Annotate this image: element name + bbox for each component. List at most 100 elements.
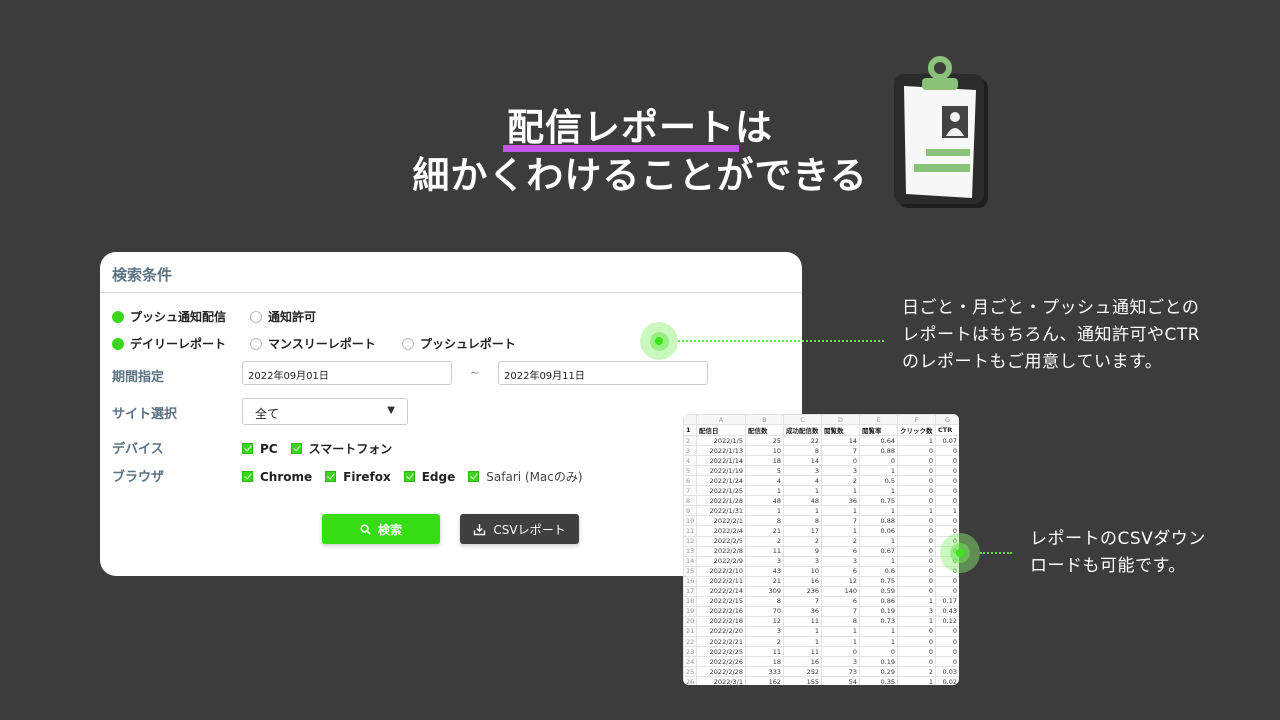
table-cell: 2022/2/9	[696, 555, 746, 567]
table-cell: 0	[935, 485, 959, 497]
table-cell: 8	[821, 615, 860, 627]
table-cell: 6	[821, 595, 860, 607]
radio-unselected-icon	[250, 337, 262, 350]
table-row: 9 2022/1/31 1 1 1 1 1 1	[683, 505, 959, 517]
table-cell: 2022/2/11	[696, 575, 746, 587]
row-number: 5	[683, 465, 697, 477]
row-number: 4	[683, 455, 697, 467]
table-row: 21 2022/2/20 3 1 1 1 0 0	[683, 625, 959, 637]
table-row: 20 2022/2/18 12 11 8 0.73 1 0.12	[683, 615, 959, 627]
period-end-input[interactable]: 2022年09月11日	[498, 361, 708, 385]
table-row: 15 2022/2/10 43 10 6 0.6 0 0	[683, 565, 959, 577]
checkbox-checked-icon	[403, 471, 415, 482]
table-cell: 3	[821, 656, 860, 668]
table-cell: 2	[897, 666, 936, 678]
table-cell: 0	[897, 585, 936, 597]
table-cell: 6	[821, 565, 860, 577]
row-number: 12	[683, 535, 697, 547]
table-cell: 2022/2/16	[696, 605, 746, 617]
period-separator: ~	[470, 366, 480, 379]
radio-push-report[interactable]: プッシュレポート	[402, 335, 516, 352]
checkbox-smartphone[interactable]: スマートフォン	[290, 440, 392, 457]
table-cell: 2022/2/20	[696, 625, 746, 637]
checkbox-edge[interactable]: Edge	[403, 470, 455, 484]
site-label: サイト選択	[112, 407, 178, 422]
table-cell: 2022/2/14	[696, 585, 746, 597]
row-number: 1	[683, 424, 697, 437]
table-cell: 48	[745, 495, 784, 507]
csv-report-button[interactable]: CSVレポート	[460, 514, 579, 544]
checkbox-firefox[interactable]: Firefox	[325, 470, 391, 484]
table-cell: 6	[821, 545, 860, 557]
radio-label: 通知許可	[268, 310, 317, 324]
table-cell: 11	[783, 615, 822, 627]
column-letter: D	[821, 414, 860, 426]
table-cell: 0	[935, 465, 959, 477]
table-cell: 7	[783, 595, 822, 607]
row-number: 3	[683, 445, 697, 457]
table-cell: 0	[897, 555, 936, 567]
search-icon	[360, 523, 371, 535]
row-number: 11	[683, 525, 697, 537]
table-row: 18 2022/2/15 8 7 6 0.86 1 0.17	[683, 595, 959, 607]
table-cell: 8	[745, 595, 784, 607]
table-cell: 0	[935, 455, 959, 467]
checkbox-label: Safari (Macのみ)	[486, 470, 583, 484]
table-cell: 0	[897, 515, 936, 527]
table-cell: 1	[897, 615, 936, 627]
table-cell: 2022/1/13	[696, 445, 746, 457]
table-cell: 0	[935, 585, 959, 597]
table-cell: 1	[783, 625, 822, 637]
callout-line-csv	[980, 552, 1012, 554]
device-checkbox-group: PC スマートフォン	[242, 440, 405, 457]
table-cell: 14	[783, 455, 822, 467]
row-number: 17	[683, 585, 697, 597]
table-row: 17 2022/2/14 309 236 140 0.59 0 0	[683, 585, 959, 597]
table-cell: 43	[745, 565, 784, 577]
table-cell: 2022/2/1	[696, 515, 746, 527]
header-cell: 閲覧率	[859, 424, 898, 437]
table-cell: 0	[897, 535, 936, 547]
checkbox-pc[interactable]: PC	[242, 442, 278, 456]
table-cell: 0.12	[935, 615, 959, 627]
checkbox-checked-icon	[242, 471, 253, 482]
table-row: 3 2022/1/13 10 8 7 0.88 0 0	[683, 445, 959, 457]
table-cell: 0	[897, 455, 936, 467]
csv-button-label: CSVレポート	[493, 522, 566, 537]
table-cell: 1	[859, 625, 898, 637]
table-cell: 11	[745, 545, 784, 557]
period-start-input[interactable]: 2022年09月01日	[242, 361, 452, 385]
radio-selected-icon	[112, 337, 124, 350]
table-cell: 1	[859, 485, 898, 497]
table-cell: 2022/2/18	[696, 615, 746, 627]
table-cell: 18	[745, 656, 784, 668]
table-cell: 54	[821, 676, 860, 685]
table-cell: 0.35	[859, 676, 898, 685]
checkbox-chrome[interactable]: Chrome	[242, 470, 312, 484]
spreadsheet-table: A B C D E F G 1 配信日 配信数 成功配信数 閲覧数 閲覧率 クリック数 CTR 2 2022/1…	[683, 414, 959, 685]
radio-push-delivery[interactable]: プッシュ通知配信	[112, 308, 250, 325]
table-cell: 0	[821, 455, 860, 467]
column-letter: E	[859, 414, 898, 426]
table-cell: 2022/2/4	[696, 525, 746, 537]
row-number: 14	[683, 555, 697, 567]
header-cell: 成功配信数	[783, 424, 822, 437]
radio-monthly-report[interactable]: マンスリーレポート	[250, 335, 402, 352]
table-cell: 9	[783, 545, 822, 557]
row-number: 20	[683, 615, 697, 627]
table-cell: 1	[783, 505, 822, 517]
table-cell: 2022/1/5	[696, 435, 746, 447]
radio-notification-permission[interactable]: 通知許可	[250, 308, 316, 325]
table-cell: 18	[745, 455, 784, 467]
table-row: 8 2022/1/28 48 48 36 0.75 0 0	[683, 495, 959, 507]
table-cell: 48	[783, 495, 822, 507]
site-select[interactable]: 全て ▼	[242, 398, 408, 425]
radio-daily-report[interactable]: デイリーレポート	[112, 335, 250, 352]
table-cell: 0.02	[935, 676, 959, 685]
table-cell: 2022/1/31	[696, 505, 746, 517]
table-cell: 8	[783, 445, 822, 457]
table-cell: 0.64	[859, 435, 898, 447]
checkbox-safari[interactable]: Safari (Macのみ)	[468, 468, 583, 485]
search-button[interactable]: 検索	[322, 514, 440, 544]
radio-unselected-icon	[250, 310, 262, 323]
